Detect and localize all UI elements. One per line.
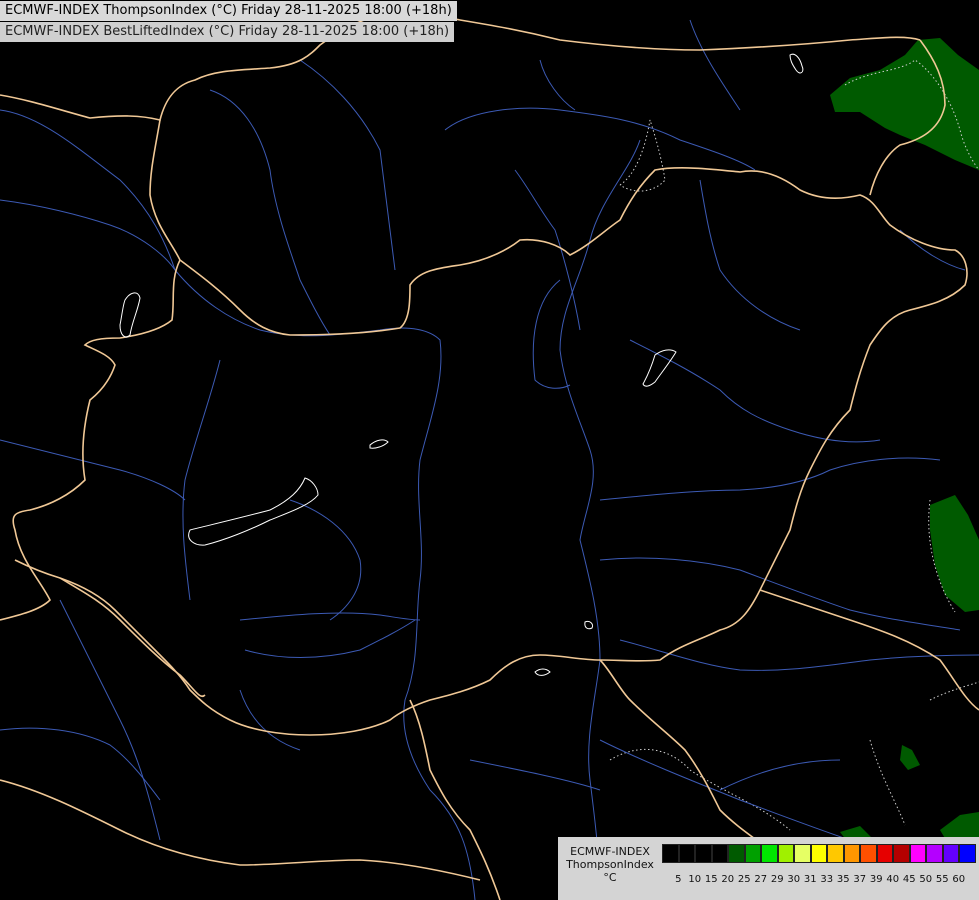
legend-model: ECMWF-INDEX: [570, 845, 650, 858]
map-title-best-lifted-index: ECMWF-INDEX BestLiftedIndex (°C) Friday …: [0, 22, 455, 42]
map-title-thompson-index: ECMWF-INDEX ThompsonIndex (°C) Friday 28…: [0, 1, 457, 21]
legend-swatch: [942, 844, 959, 863]
legend-swatch: [810, 844, 827, 863]
legend-tick-labels: 5 10 15 20 25 27 29 30 31 33 35 37 39 40 45 50 55 60: [662, 874, 967, 885]
legend-swatch: [959, 844, 976, 863]
map-background: [0, 0, 979, 900]
legend-tick-label: 10: [688, 874, 702, 885]
legend-tick-label: 29: [770, 874, 784, 885]
legend-tick-label: 55: [935, 874, 949, 885]
weather-map: [0, 0, 979, 900]
legend-unit: °C: [603, 871, 617, 884]
legend-tick-label: 20: [721, 874, 735, 885]
legend-tick-label: 30: [787, 874, 801, 885]
legend-tick-label: 31: [803, 874, 817, 885]
legend-tick-label: 35: [836, 874, 850, 885]
legend-swatch: [893, 844, 910, 863]
legend-parameter: ThompsonIndex: [566, 858, 654, 871]
legend-swatch: [678, 844, 695, 863]
legend-swatch: [711, 844, 728, 863]
legend-tick-label: 40: [886, 874, 900, 885]
legend-swatch: [695, 844, 712, 863]
legend-swatch: [843, 844, 860, 863]
legend-swatch: [909, 844, 926, 863]
legend-color-swatches: [662, 844, 976, 863]
legend-swatch: [926, 844, 943, 863]
color-legend: ECMWF-INDEX ThompsonIndex °C 5 10 15 20 25 27…: [558, 837, 979, 900]
legend-swatch: [662, 844, 679, 863]
legend-tick-label: 5: [675, 874, 682, 885]
legend-tick-label: 15: [704, 874, 718, 885]
legend-swatch: [744, 844, 761, 863]
legend-swatch: [827, 844, 844, 863]
legend-swatch: [876, 844, 893, 863]
legend-swatch: [728, 844, 745, 863]
legend-tick-label: 50: [919, 874, 933, 885]
legend-product-info: ECMWF-INDEX ThompsonIndex °C: [562, 845, 658, 884]
legend-tick-label: 25: [737, 874, 751, 885]
legend-swatch: [794, 844, 811, 863]
legend-tick-label: 33: [820, 874, 834, 885]
legend-swatch: [860, 844, 877, 863]
legend-swatch: [777, 844, 794, 863]
legend-tick-label: 60: [952, 874, 966, 885]
legend-swatch: [761, 844, 778, 863]
legend-tick-label: 39: [869, 874, 883, 885]
legend-tick-spacer: [662, 874, 670, 885]
legend-tick-label: 27: [754, 874, 768, 885]
legend-tick-label: 37: [853, 874, 867, 885]
legend-tick-label: 45: [902, 874, 916, 885]
